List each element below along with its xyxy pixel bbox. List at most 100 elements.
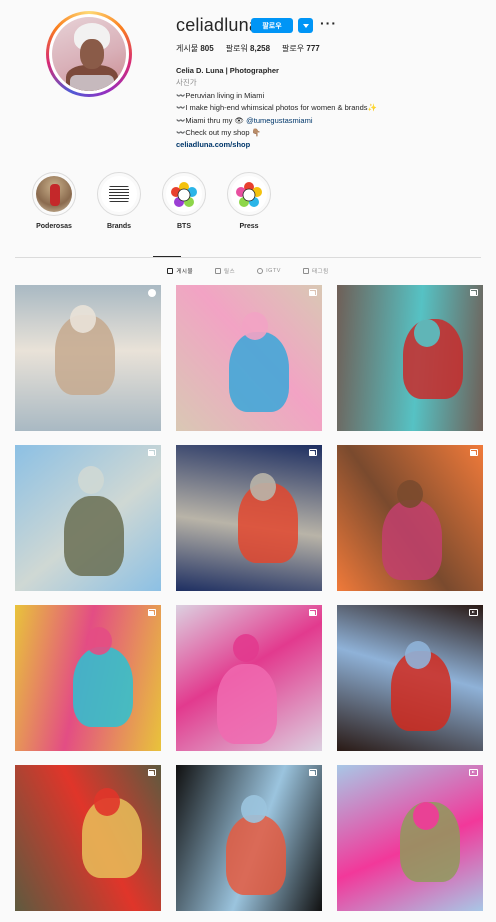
highlight-ring xyxy=(97,172,141,216)
photo-subject xyxy=(226,815,286,895)
followers-stat-count: 8,258 xyxy=(250,44,271,53)
photo-subject xyxy=(217,664,277,744)
tab-label: 태그됨 xyxy=(311,269,329,275)
suggested-dropdown-button[interactable] xyxy=(298,18,313,33)
post-thumbnail[interactable] xyxy=(176,445,322,591)
profile-bio: Celia D. Luna | Photographer 사진가 〰️Peruv… xyxy=(176,65,476,152)
carousel-icon xyxy=(309,289,317,296)
avatar-top xyxy=(70,75,114,91)
highlight-brands[interactable]: Brands xyxy=(95,172,143,230)
post-thumbnail[interactable] xyxy=(337,445,483,591)
profile-username: celiadluna xyxy=(176,15,260,35)
avatar-frame xyxy=(49,14,129,94)
carousel-icon xyxy=(148,449,156,456)
post-thumbnail[interactable] xyxy=(337,765,483,911)
posts-stat-label: 게시물 xyxy=(176,44,199,53)
carousel-icon xyxy=(309,449,317,456)
post-thumbnail[interactable] xyxy=(15,765,161,911)
profile-tabs: 게시물 릴스 IGTV 태그됨 xyxy=(15,267,481,275)
carousel-icon xyxy=(309,769,317,776)
highlight-ring xyxy=(32,172,76,216)
photo-detail xyxy=(86,627,112,655)
photo-detail xyxy=(414,319,440,347)
reels-icon xyxy=(148,289,156,297)
post-thumbnail[interactable] xyxy=(337,605,483,751)
tab-label: IGTV xyxy=(266,268,281,274)
follow-button[interactable]: 팔로우 xyxy=(251,18,293,33)
followers-stat[interactable]: 팔로워 8,258 xyxy=(226,43,270,54)
following-stat-count: 777 xyxy=(306,44,320,53)
avatar xyxy=(52,17,126,91)
highlight-cover xyxy=(231,176,267,212)
posts-stat: 게시물 805 xyxy=(176,43,214,54)
active-tab-indicator xyxy=(153,256,181,257)
avatar-face xyxy=(80,39,104,69)
more-options-icon[interactable]: ··· xyxy=(320,16,337,30)
posts-stat-count: 805 xyxy=(200,44,214,53)
photo-subject xyxy=(73,647,133,727)
post-thumbnail[interactable] xyxy=(15,285,161,431)
highlight-label: Brands xyxy=(106,223,132,230)
highlight-poderosas[interactable]: Poderosas xyxy=(30,172,78,230)
post-thumbnail[interactable] xyxy=(337,285,483,431)
post-thumbnail[interactable] xyxy=(15,605,161,751)
photo-detail xyxy=(241,795,267,823)
highlight-label: Poderosas xyxy=(36,223,72,230)
bio-name: Celia D. Luna | Photographer xyxy=(176,66,279,75)
story-highlights: Poderosas Brands BTS Press xyxy=(30,172,273,230)
tab-posts[interactable]: 게시물 xyxy=(167,267,193,275)
grid-icon xyxy=(167,268,174,274)
highlight-press[interactable]: Press xyxy=(225,172,273,230)
photo-subject xyxy=(64,496,124,576)
tab-tagged[interactable]: 태그됨 xyxy=(302,267,329,275)
photo-detail xyxy=(250,473,276,501)
photo-detail xyxy=(94,788,120,816)
post-thumbnail[interactable] xyxy=(176,285,322,431)
bio-website-link[interactable]: celiadluna.com/shop xyxy=(176,139,476,151)
highlight-cover xyxy=(36,176,72,212)
carousel-icon xyxy=(148,769,156,776)
post-grid xyxy=(15,285,483,911)
bio-mention-link[interactable]: @tumegustasmiami xyxy=(246,116,312,125)
tab-igtv[interactable]: IGTV xyxy=(257,267,281,275)
photo-detail xyxy=(397,480,423,508)
bio-line: 〰️I make high-end whimsical photos for w… xyxy=(176,103,377,113)
tabs-divider xyxy=(15,257,481,258)
highlight-cover xyxy=(101,176,137,212)
profile-stats: 게시물 805 팔로워 8,258 팔로우 777 xyxy=(176,43,320,54)
followers-stat-label: 팔로워 xyxy=(225,44,248,53)
post-thumbnail[interactable] xyxy=(176,605,322,751)
reels-icon xyxy=(215,268,222,274)
following-stat[interactable]: 팔로우 777 xyxy=(282,43,320,54)
photo-subject xyxy=(382,500,442,580)
following-stat-label: 팔로우 xyxy=(282,44,305,53)
highlight-label: BTS xyxy=(177,223,191,230)
highlight-figure xyxy=(50,184,60,206)
highlight-ring xyxy=(162,172,206,216)
chevron-down-icon xyxy=(302,23,309,28)
photo-detail xyxy=(70,305,96,333)
bio-line: 〰️Peruvian living in Miami xyxy=(176,90,265,100)
photo-detail xyxy=(78,466,104,494)
post-thumbnail[interactable] xyxy=(15,445,161,591)
photo-detail xyxy=(242,312,268,340)
highlight-label: Press xyxy=(239,223,259,230)
highlight-cover xyxy=(166,176,202,212)
carousel-icon xyxy=(148,609,156,616)
flower-icon xyxy=(236,182,262,207)
tab-reels[interactable]: 릴스 xyxy=(215,267,235,275)
highlight-ring xyxy=(227,172,271,216)
tagged-icon xyxy=(302,268,309,274)
igtv-icon xyxy=(257,268,264,274)
bio-category: 사진가 xyxy=(176,78,197,88)
carousel-icon xyxy=(470,289,478,296)
flower-icon xyxy=(171,182,197,207)
tab-label: 릴스 xyxy=(224,269,236,275)
profile-avatar-ring[interactable] xyxy=(46,11,132,97)
bio-line-prefix: 〰️Miami thru my 👁 xyxy=(176,115,245,125)
bio-line: 〰️Check out my shop 👇🏽 xyxy=(176,128,261,138)
highlight-bts[interactable]: BTS xyxy=(160,172,208,230)
photo-detail xyxy=(233,634,259,662)
post-thumbnail[interactable] xyxy=(176,765,322,911)
bio-line: 〰️Miami thru my 👁 @tumegustasmiami xyxy=(176,115,476,127)
